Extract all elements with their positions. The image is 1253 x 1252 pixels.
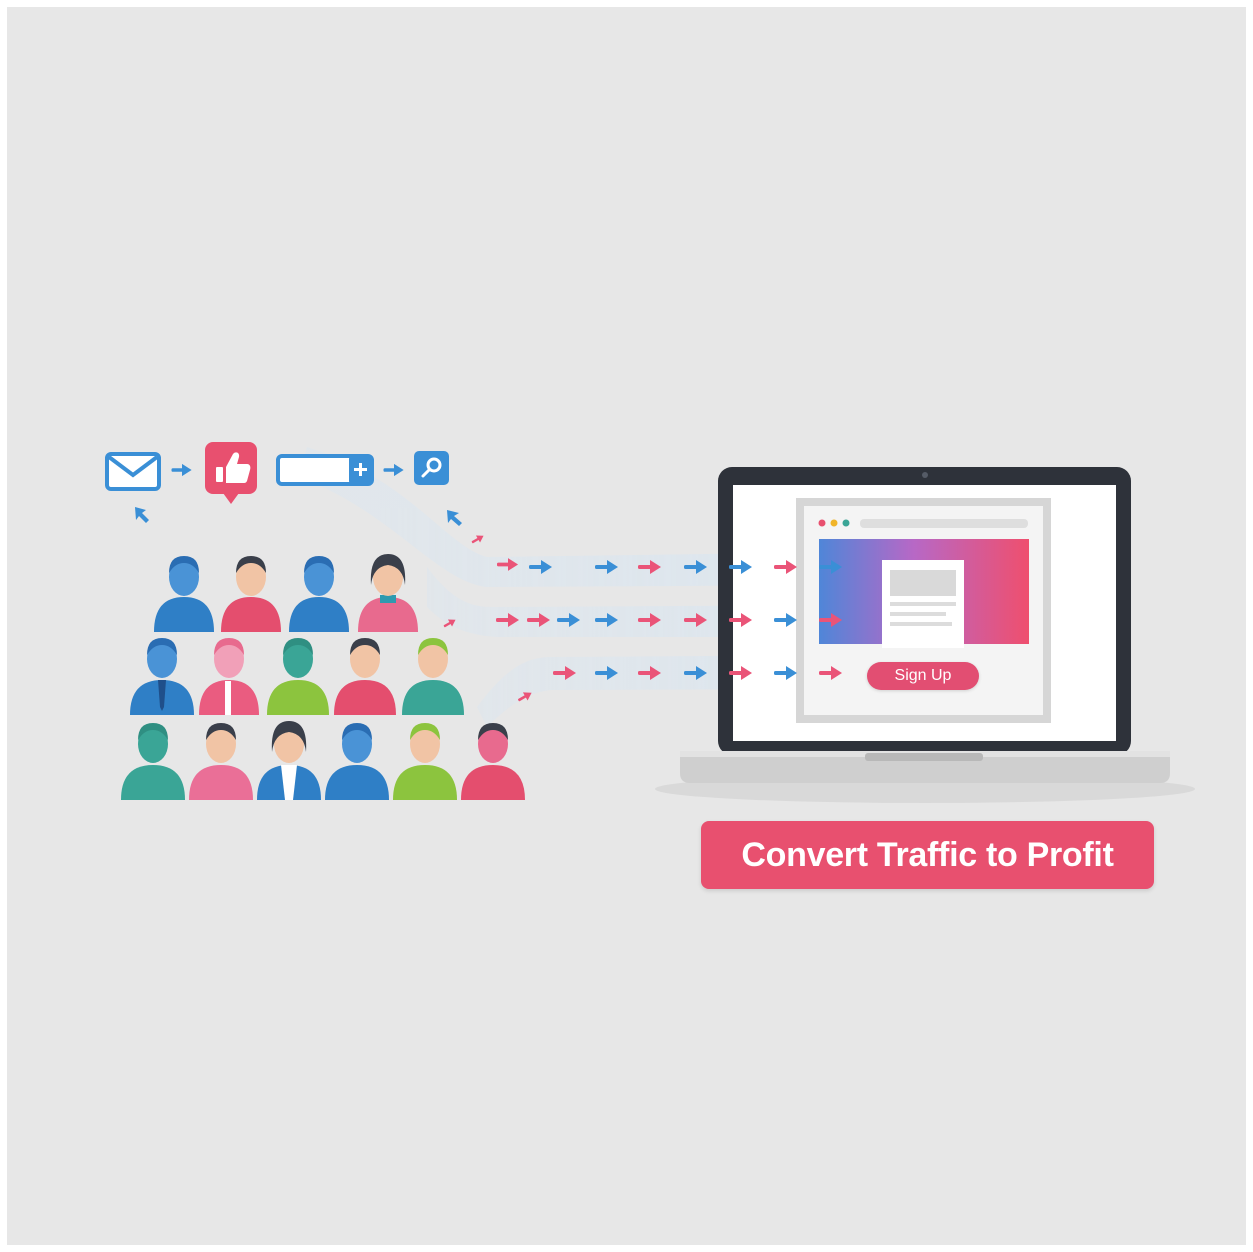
person-avatar bbox=[189, 723, 253, 800]
person-avatar bbox=[130, 638, 194, 715]
arrow-icon bbox=[383, 463, 404, 477]
person-avatar bbox=[257, 721, 321, 800]
person-avatar bbox=[154, 556, 214, 632]
cursor-icon bbox=[135, 507, 149, 523]
illustration-canvas: Sign Up Convert Traffic to Profit bbox=[7, 7, 1246, 1245]
audience-crowd bbox=[121, 554, 525, 800]
headline-banner: Convert Traffic to Profit bbox=[701, 821, 1154, 889]
person-avatar bbox=[267, 638, 329, 715]
arrow-icon bbox=[171, 463, 192, 477]
laptop bbox=[655, 467, 1195, 803]
mail-icon bbox=[105, 452, 161, 491]
search-bar-plus-icon bbox=[276, 454, 374, 486]
traffic-illustration bbox=[105, 442, 1195, 803]
person-avatar bbox=[461, 723, 525, 800]
search-icon bbox=[414, 451, 449, 485]
sign-up-button[interactable]: Sign Up bbox=[867, 662, 979, 690]
person-avatar bbox=[221, 556, 281, 632]
person-avatar bbox=[334, 638, 396, 715]
person-avatar bbox=[325, 723, 389, 800]
arrow-icon bbox=[469, 532, 486, 547]
person-avatar bbox=[358, 554, 418, 632]
person-avatar bbox=[393, 723, 457, 800]
thumbs-up-icon bbox=[205, 442, 257, 504]
person-avatar bbox=[199, 638, 259, 715]
person-avatar bbox=[121, 723, 185, 800]
person-avatar bbox=[402, 638, 464, 715]
person-avatar bbox=[289, 556, 349, 632]
cursor-icon bbox=[447, 510, 462, 526]
